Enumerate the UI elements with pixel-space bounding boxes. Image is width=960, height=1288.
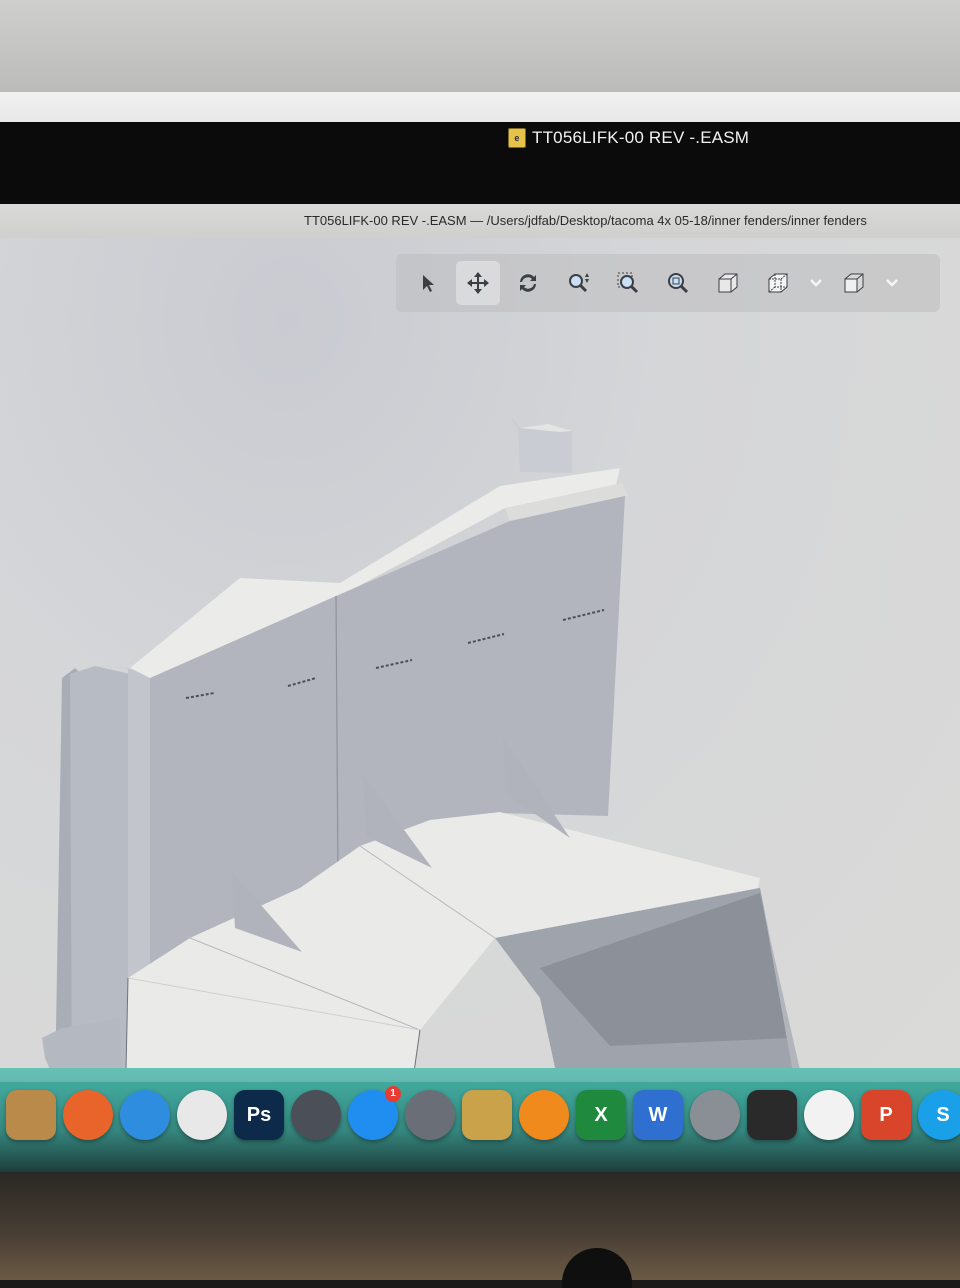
- app-store-dock-icon[interactable]: 1: [348, 1086, 401, 1140]
- launchpad-dock-icon[interactable]: [405, 1090, 455, 1140]
- monitor-screen: e TT056LIFK-00 REV -.EASM TT056LIFK-00 R…: [0, 92, 960, 1172]
- powerpoint-label: P: [879, 1103, 893, 1126]
- books-dock-icon[interactable]: [519, 1090, 569, 1140]
- notification-badge: 1: [385, 1086, 401, 1102]
- sheet-metal-model[interactable]: [0, 238, 960, 1068]
- move-icon: [467, 272, 489, 294]
- system-preferences-dock-icon[interactable]: [690, 1090, 740, 1140]
- pan-tool-button[interactable]: [456, 261, 500, 305]
- view-orientation-button[interactable]: [756, 261, 800, 305]
- zoom-box-tool-button[interactable]: [606, 261, 650, 305]
- top-tab: [510, 416, 572, 473]
- chrome-dock-icon[interactable]: [177, 1090, 227, 1140]
- transmit-dock-icon[interactable]: [462, 1090, 512, 1140]
- photoshop-dock-icon[interactable]: Ps: [234, 1090, 284, 1140]
- zoom-tool-button[interactable]: [556, 261, 600, 305]
- file-path: TT056LIFK-00 REV -.EASM — /Users/jdfab/D…: [304, 213, 867, 228]
- 3d-viewport[interactable]: [0, 238, 960, 1068]
- document-icon: e: [508, 128, 526, 148]
- view-toolbar: [396, 254, 940, 312]
- photoshop-label: Ps: [246, 1103, 272, 1126]
- shaded-view-button[interactable]: [706, 261, 750, 305]
- display-style-button[interactable]: [832, 261, 876, 305]
- itunes-dock-icon[interactable]: [804, 1090, 854, 1140]
- quicktime-dock-icon[interactable]: [291, 1090, 341, 1140]
- left-bottom-bracket: [42, 1018, 122, 1068]
- word-dock-icon[interactable]: W: [633, 1090, 683, 1140]
- cube-solid-icon: [844, 273, 864, 293]
- view-orientation-dropdown[interactable]: [806, 261, 826, 305]
- firefox-dock-icon[interactable]: [63, 1090, 113, 1140]
- dock-shelf: [0, 1068, 960, 1082]
- zoom-fit-icon: [668, 273, 689, 294]
- word-label: W: [648, 1103, 668, 1126]
- window-title: e TT056LIFK-00 REV -.EASM: [508, 128, 749, 148]
- window-title-text: TT056LIFK-00 REV -.EASM: [532, 128, 750, 147]
- chevron-down-icon: [886, 279, 898, 287]
- monitor-bezel: [0, 1172, 960, 1280]
- powerpoint-dock-icon[interactable]: P: [861, 1090, 911, 1140]
- display-manager-dock-icon[interactable]: [747, 1090, 797, 1140]
- pointer-icon: [423, 275, 434, 292]
- dock: Ps 1 X W P S: [0, 1068, 960, 1172]
- chevron-down-icon: [810, 279, 822, 287]
- select-tool-button[interactable]: [406, 261, 450, 305]
- zoom-fit-tool-button[interactable]: [656, 261, 700, 305]
- skype-dock-icon[interactable]: S: [918, 1090, 960, 1140]
- zoom-updown-icon: [569, 273, 589, 293]
- rotate-icon: [520, 274, 536, 292]
- cube-wire-icon: [768, 273, 788, 293]
- safari-dock-icon[interactable]: [120, 1090, 170, 1140]
- rotate-tool-button[interactable]: [506, 261, 550, 305]
- window-title-bar[interactable]: [0, 122, 960, 204]
- room-background: [0, 0, 960, 100]
- skype-label: S: [936, 1103, 950, 1126]
- cube-shaded-icon: [718, 273, 738, 293]
- left-side-panel: [70, 666, 130, 1068]
- excel-dock-icon[interactable]: X: [576, 1090, 626, 1140]
- excel-label: X: [594, 1103, 608, 1126]
- zoom-box-icon: [617, 272, 639, 294]
- display-style-dropdown[interactable]: [882, 261, 902, 305]
- notes-folder-dock-icon[interactable]: [6, 1090, 56, 1140]
